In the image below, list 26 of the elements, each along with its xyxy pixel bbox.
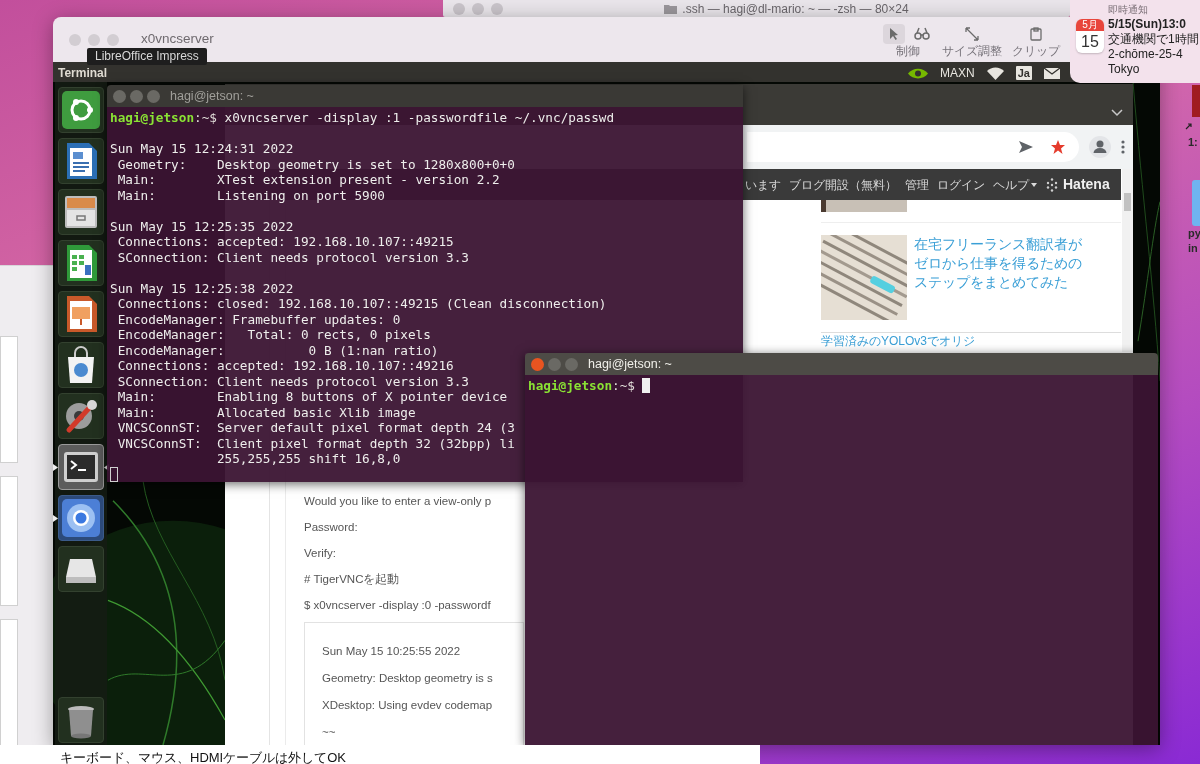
notification-text: 5/15(Sun)13:0: [1108, 17, 1188, 32]
notification-header: 即時通知: [1108, 3, 1149, 17]
mail-icon: [1044, 67, 1060, 79]
calendar-day: 15: [1081, 31, 1099, 52]
power-mode: MAXN: [940, 66, 975, 80]
icon-label: py: [1187, 226, 1200, 241]
icon-label: 1:: [1187, 135, 1198, 150]
toolbar-label[interactable]: 制御: [896, 43, 920, 58]
wifi-icon: [986, 66, 1004, 80]
binoculars-icon: [914, 26, 930, 41]
calendar-month: 5月: [1076, 19, 1104, 31]
notification-text: 交通機関で1時間: [1108, 32, 1199, 47]
window-title: x0vncserver: [141, 30, 214, 49]
resize-icon: [965, 26, 979, 41]
input-method-indicator[interactable]: Ja: [1015, 66, 1032, 80]
notification-text: 2-chōme-25-4: [1108, 47, 1184, 62]
clipboard-icon: [1029, 26, 1043, 41]
tooltip: LibreOffice Impress: [87, 48, 207, 65]
icon-label: in: [1187, 241, 1198, 256]
folder-icon: [664, 3, 678, 14]
toolbar-label[interactable]: クリップ: [1012, 43, 1060, 58]
toolbar-label[interactable]: サイズ調整: [942, 43, 1002, 58]
app-name: Terminal: [58, 66, 108, 80]
notification-text: Tokyo: [1108, 62, 1141, 77]
window-title: .ssh — hagi@dl-mario: ~ — -zsh — 80×24: [682, 0, 909, 18]
slide-text: キーボード、マウス、HDMIケーブルは外してOK: [60, 750, 346, 764]
